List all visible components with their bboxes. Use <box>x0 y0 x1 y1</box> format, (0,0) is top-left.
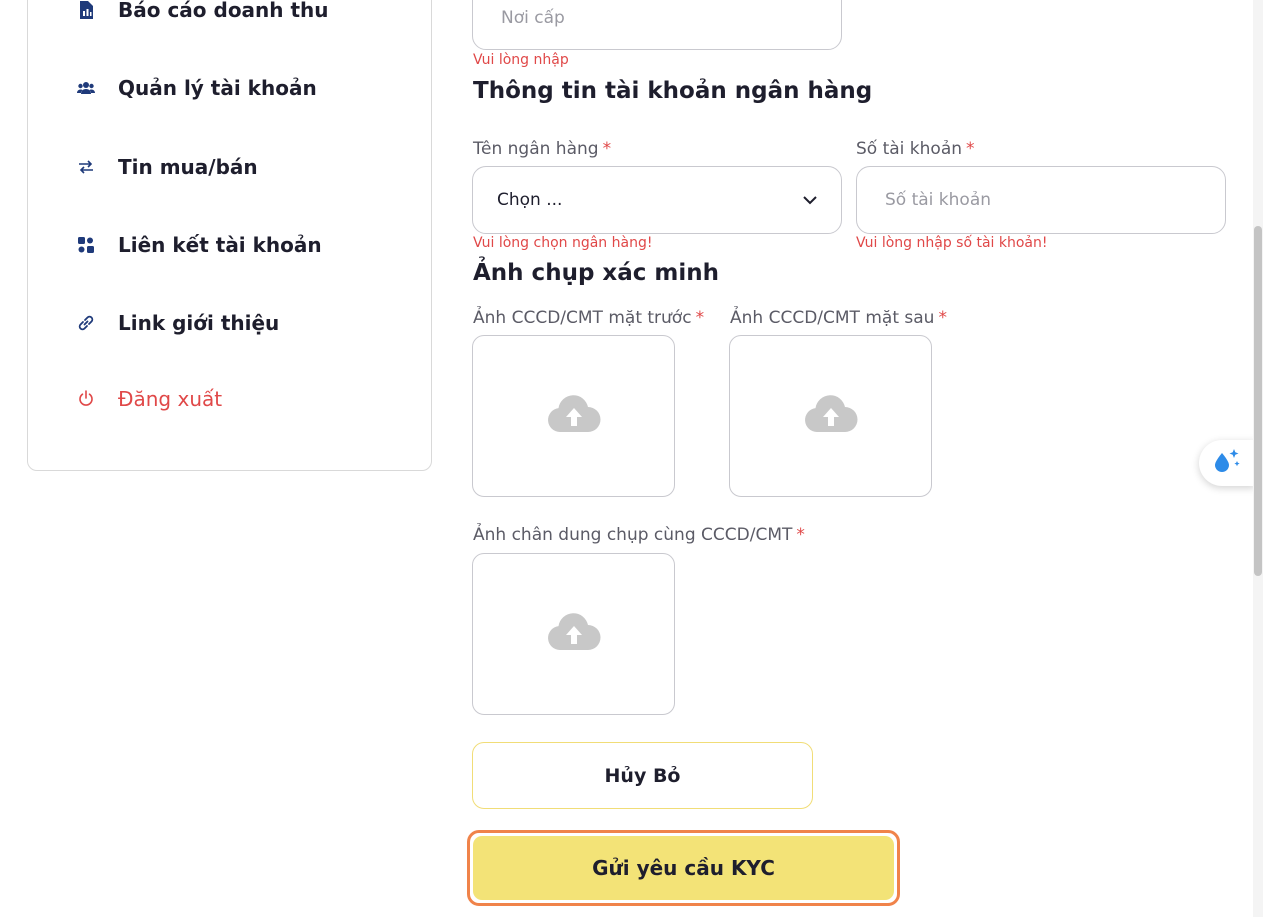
issue-place-error: Vui lòng nhập <box>473 52 569 68</box>
portrait-upload[interactable] <box>472 553 675 715</box>
cancel-button[interactable]: Hủy Bỏ <box>472 742 813 809</box>
required-marker: * <box>695 308 705 328</box>
bank-name-selected: Chọn ... <box>497 190 563 210</box>
id-back-label-text: Ảnh CCCD/CMT mặt sau <box>730 308 935 328</box>
id-front-upload[interactable] <box>472 335 675 497</box>
required-marker: * <box>602 139 612 159</box>
account-number-label-text: Số tài khoản <box>856 139 963 159</box>
required-marker: * <box>938 308 947 328</box>
required-marker: * <box>796 525 805 545</box>
issue-place-placeholder: Nơi cấp <box>501 8 565 28</box>
droplet-sparkle-icon <box>1212 447 1242 479</box>
required-marker: * <box>966 139 975 159</box>
floating-assistant-button[interactable] <box>1199 440 1255 486</box>
submit-kyc-button[interactable]: Gửi yêu cầu KYC <box>473 836 894 900</box>
bank-name-label-text: Tên ngân hàng <box>473 139 599 159</box>
cloud-upload-icon <box>546 612 602 656</box>
page-scrollbar[interactable] <box>1253 0 1263 917</box>
scrollbar-thumb[interactable] <box>1254 226 1262 576</box>
kyc-form: Nơi cấp Vui lòng nhập Thông tin tài khoả… <box>0 0 1263 917</box>
account-number-placeholder: Số tài khoản <box>885 190 992 210</box>
issue-place-input[interactable]: Nơi cấp <box>472 0 842 50</box>
photo-section-title: Ảnh chụp xác minh <box>473 260 720 286</box>
id-back-upload[interactable] <box>729 335 932 497</box>
cloud-upload-icon <box>803 394 859 438</box>
portrait-label: Ảnh chân dung chụp cùng CCCD/CMT * <box>473 525 805 545</box>
account-number-error: Vui lòng nhập số tài khoản! <box>856 235 1048 251</box>
id-front-label: Ảnh CCCD/CMT mặt trước * <box>473 308 704 328</box>
account-number-label: Số tài khoản * <box>856 139 975 159</box>
account-number-input[interactable]: Số tài khoản <box>856 166 1226 234</box>
id-front-label-text: Ảnh CCCD/CMT mặt trước <box>473 308 692 328</box>
bank-name-select[interactable]: Chọn ... <box>472 166 842 234</box>
chevron-down-icon <box>803 190 817 210</box>
portrait-label-text: Ảnh chân dung chụp cùng CCCD/CMT <box>473 525 793 545</box>
id-back-label: Ảnh CCCD/CMT mặt sau * <box>730 308 947 328</box>
bank-name-label: Tên ngân hàng * <box>473 139 611 159</box>
bank-name-error: Vui lòng chọn ngân hàng! <box>473 235 653 251</box>
submit-button-focus-ring: Gửi yêu cầu KYC <box>467 830 900 906</box>
bank-section-title: Thông tin tài khoản ngân hàng <box>473 78 873 104</box>
cloud-upload-icon <box>546 394 602 438</box>
